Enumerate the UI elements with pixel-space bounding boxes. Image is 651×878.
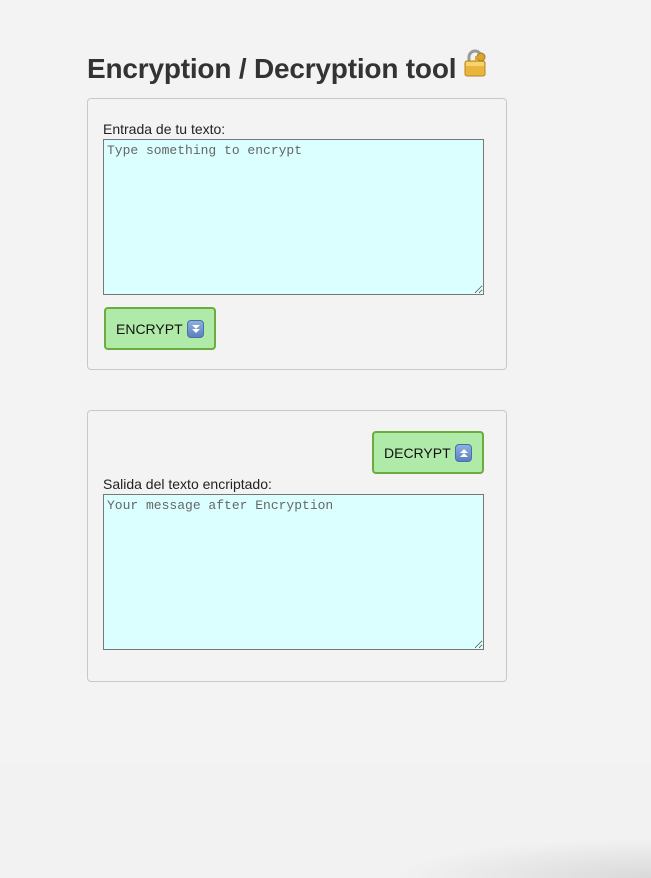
encrypt-input-textarea[interactable]: [103, 139, 484, 295]
corner-shadow: [391, 838, 651, 878]
page-title-heading: Encryption / Decryption tool: [87, 48, 490, 91]
decrypt-button-label: DECRYPT: [384, 444, 451, 461]
double-up-arrow-icon: [454, 443, 472, 462]
encrypt-panel: Entrada de tu texto: ENCRYPT: [87, 98, 507, 370]
encrypt-button[interactable]: ENCRYPT: [104, 307, 216, 350]
page-title: Encryption / Decryption tool: [87, 53, 457, 84]
encrypted-output-textarea[interactable]: [103, 494, 484, 650]
decrypt-panel: DECRYPT Salida del texto encriptado:: [87, 410, 507, 682]
encrypt-button-label: ENCRYPT: [116, 320, 183, 337]
input-text-label: Entrada de tu texto:: [103, 121, 226, 137]
output-text-label: Salida del texto encriptado:: [103, 476, 272, 492]
decrypt-button[interactable]: DECRYPT: [372, 431, 484, 474]
lock-with-key-icon: [460, 48, 490, 88]
double-down-arrow-icon: [186, 319, 204, 338]
